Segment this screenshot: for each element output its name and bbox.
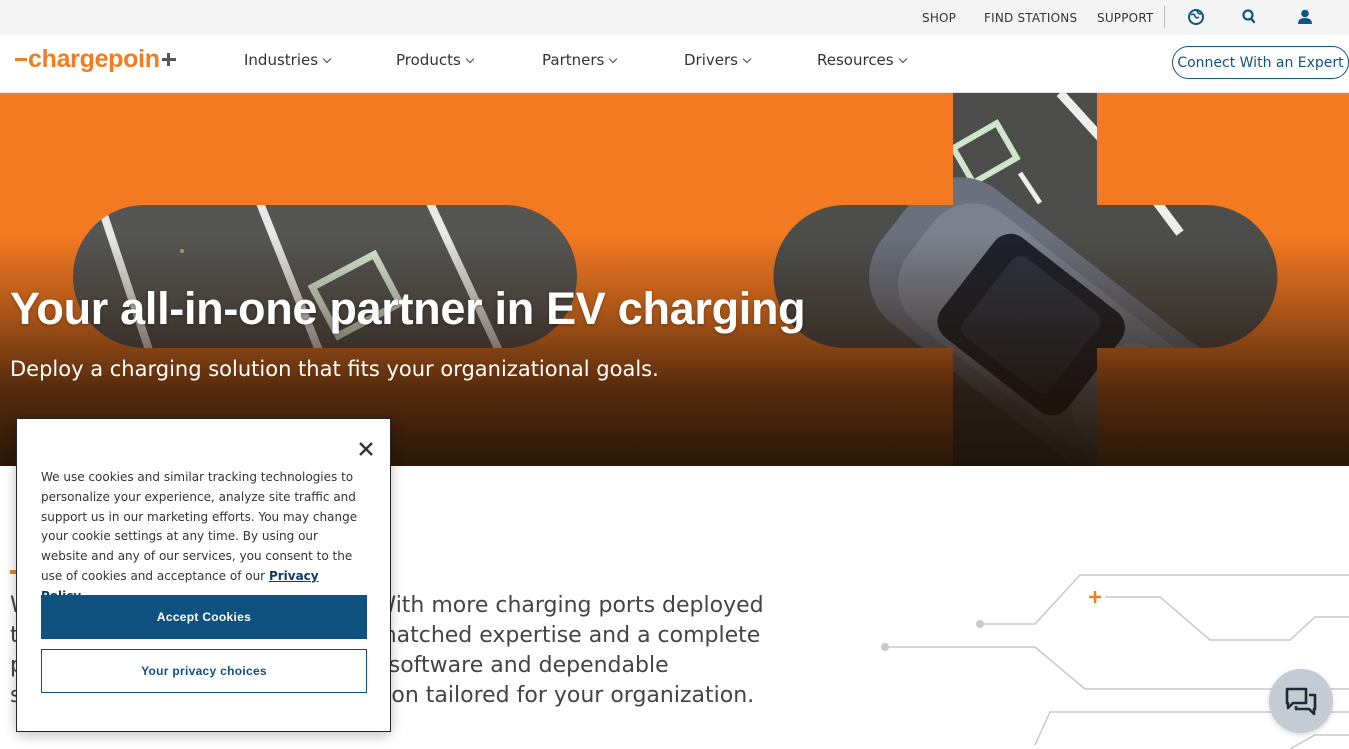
chat-button[interactable]: [1269, 669, 1333, 733]
search-icon[interactable]: [1239, 7, 1259, 27]
nav-item-partners[interactable]: Partners: [542, 51, 618, 69]
nav-item-drivers[interactable]: Drivers: [684, 51, 752, 69]
user-icon[interactable]: [1295, 7, 1315, 27]
utility-divider: [1164, 6, 1165, 28]
circuit-plus-icon: [1089, 591, 1101, 603]
hero-section: Your all-in-one partner in EV charging D…: [0, 93, 1349, 466]
nav-item-resources[interactable]: Resources: [817, 51, 907, 69]
hero-subtitle: Deploy a charging solution that fits you…: [10, 357, 659, 381]
chevron-down-icon: [609, 54, 618, 63]
cookie-message-text: We use cookies and similar tracking tech…: [41, 470, 358, 583]
hero-parking-image: [73, 93, 1278, 466]
hero-title: Your all-in-one partner in EV charging: [10, 283, 806, 334]
chargepoint-logo[interactable]: chargepoin: [15, 44, 176, 74]
chevron-down-icon: [322, 54, 332, 63]
nav-item-label: Resources: [817, 51, 894, 69]
close-icon[interactable]: [354, 437, 378, 461]
chevron-down-icon: [465, 54, 475, 63]
logo-text: chargepoin: [28, 44, 160, 73]
support-link[interactable]: SUPPORT: [1097, 11, 1154, 25]
logo-dash: [15, 57, 27, 61]
globe-icon[interactable]: [1186, 7, 1206, 27]
cookie-consent-dialog: We use cookies and similar tracking tech…: [16, 418, 391, 732]
privacy-choices-button[interactable]: Your privacy choices: [41, 649, 367, 693]
accept-cookies-button[interactable]: Accept Cookies: [41, 595, 367, 639]
logo-plus-icon: [161, 52, 176, 66]
main-nav: chargepoin Industries Products Partners …: [0, 35, 1349, 93]
shop-link[interactable]: SHOP: [922, 11, 956, 25]
nav-item-label: Industries: [244, 51, 319, 69]
nav-item-label: Drivers: [684, 51, 738, 69]
chat-icon: [1285, 687, 1317, 716]
find-stations-link[interactable]: FIND STATIONS: [984, 11, 1077, 25]
cookie-message: We use cookies and similar tracking tech…: [41, 468, 361, 607]
nav-item-label: Partners: [542, 51, 605, 69]
nav-item-industries[interactable]: Industries: [244, 51, 332, 69]
nav-item-products[interactable]: Products: [396, 51, 475, 69]
utility-bar: SHOP FIND STATIONS SUPPORT: [0, 0, 1349, 35]
connect-expert-button[interactable]: Connect With an Expert: [1172, 46, 1349, 79]
chevron-down-icon: [742, 54, 752, 63]
nav-item-label: Products: [396, 51, 461, 69]
chevron-down-icon: [898, 54, 907, 63]
